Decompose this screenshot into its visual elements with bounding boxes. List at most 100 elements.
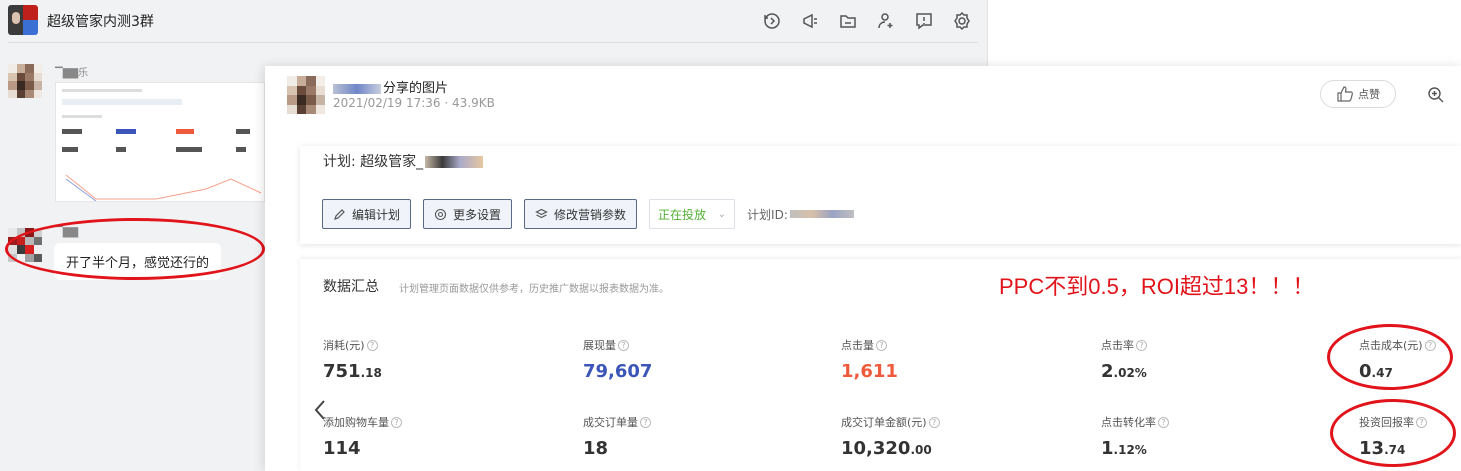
status-select[interactable]: 正在投放 ⌄	[649, 199, 736, 229]
metric-label: 点击转化率?	[1101, 414, 1301, 430]
announcement-icon[interactable]	[798, 10, 822, 32]
metric-cell: 成交订单金额(元)? 10,320.00	[841, 414, 1041, 459]
metric-cell: 消耗(元)? 751.18	[323, 337, 523, 382]
metric-label: 点击率?	[1101, 337, 1301, 353]
chevron-down-icon: ⌄	[717, 208, 727, 220]
metric-value-int: 79,607	[583, 361, 653, 382]
metric-label-text: 点击转化率	[1101, 416, 1156, 429]
metric-cell: 点击量? 1,611	[841, 337, 1041, 382]
metric-cell: 展现量? 79,607	[583, 337, 783, 382]
metric-label: 成交订单量?	[583, 414, 783, 430]
viewer-title-suffix: 分享的图片	[383, 81, 449, 96]
avatar[interactable]	[8, 64, 42, 98]
history-icon[interactable]	[760, 10, 784, 32]
shared-image-thumbnail[interactable]	[55, 82, 265, 202]
sender-name: ▔▇▇乐	[55, 68, 89, 79]
help-icon[interactable]: ?	[366, 339, 378, 351]
metric-value: 114	[323, 438, 523, 459]
metric-cell: 点击转化率? 1.12%	[1101, 414, 1301, 459]
highlight-ellipse	[1327, 324, 1453, 390]
like-label: 点赞	[1358, 88, 1380, 101]
metric-label-text: 点击量	[841, 339, 874, 352]
metric-label: 消耗(元)?	[323, 337, 523, 353]
image-viewer: 分享的图片 2021/02/19 17:36 · 43.9KB 点赞 计划: 超…	[265, 66, 1461, 471]
chevron-left-icon	[314, 400, 325, 420]
metric-label: 点击量?	[841, 337, 1041, 353]
edit-plan-label: 编辑计划	[352, 207, 401, 222]
help-icon[interactable]: ?	[391, 416, 402, 428]
metric-value: 1,611	[841, 361, 1041, 382]
plan-name: 计划: 超级管家_	[323, 151, 484, 171]
previous-image-button[interactable]	[312, 398, 328, 422]
metric-cell: 点击率? 2.02%	[1101, 337, 1301, 382]
metric-value-dec: .12%	[1113, 443, 1147, 457]
chat-title: 超级管家内测3群	[47, 14, 154, 30]
metric-label-text: 成交订单金额(元)	[841, 416, 927, 429]
metric-value-dec: .02%	[1113, 366, 1147, 380]
help-icon[interactable]: ?	[1158, 416, 1169, 428]
thumbs-up-icon	[1337, 86, 1353, 102]
summary-note: 计划管理页面数据仅供参考，历史推广数据以报表数据为准。	[399, 284, 669, 295]
metric-value-int: 2	[1101, 361, 1114, 382]
plan-id-label: 计划ID:	[747, 207, 788, 222]
metric-cell: 添加购物车量? 114	[323, 414, 523, 459]
more-settings-label: 更多设置	[453, 207, 502, 222]
layers-icon	[535, 208, 548, 218]
data-summary: 数据汇总 计划管理页面数据仅供参考，历史推广数据以报表数据为准。 PPC不到0.…	[300, 259, 1461, 471]
status-value: 正在投放	[658, 207, 707, 222]
group-avatar[interactable]	[8, 5, 38, 35]
help-icon[interactable]: ?	[928, 416, 940, 428]
metric-label: 展现量?	[583, 337, 783, 353]
zoom-in-icon	[1428, 87, 1444, 103]
annotation-text: PPC不到0.5，ROI超过13！！！	[999, 274, 1315, 299]
metric-label-text: 点击率	[1101, 339, 1134, 352]
metric-value-int: 751	[323, 361, 361, 382]
summary-title: 数据汇总	[323, 279, 379, 295]
zoom-in-button[interactable]	[1425, 84, 1447, 106]
help-icon[interactable]: ?	[1136, 339, 1147, 351]
metric-label-text: 添加购物车量	[323, 416, 389, 429]
image-meta: 2021/02/19 17:36 · 43.9KB	[333, 96, 495, 110]
highlight-ellipse	[1330, 399, 1456, 467]
edit-plan-button[interactable]: 编辑计划	[322, 199, 412, 229]
plan-id: 计划ID:	[747, 206, 854, 223]
viewer-title: 分享的图片	[333, 77, 448, 96]
chat-header: 超级管家内测3群	[0, 0, 988, 42]
edit-marketing-params-label: 修改营销参数	[554, 207, 627, 222]
plan-actions: 编辑计划 更多设置 修改营销参数 正在投放 ⌄ 计划ID:	[322, 199, 854, 229]
like-button[interactable]: 点赞	[1320, 80, 1396, 108]
metric-value-int: 18	[583, 438, 609, 459]
metric-value-int: 10,320	[841, 438, 911, 459]
help-icon[interactable]: ?	[618, 339, 629, 351]
metric-value: 2.02%	[1101, 361, 1301, 382]
more-settings-button[interactable]: 更多设置	[423, 199, 513, 229]
pencil-icon	[334, 208, 345, 220]
metric-value: 751.18	[323, 361, 523, 382]
help-icon[interactable]: ?	[876, 339, 887, 351]
add-member-icon[interactable]	[874, 10, 898, 32]
metric-value-dec: .00	[910, 443, 932, 457]
metric-label-text: 成交订单量	[583, 416, 638, 429]
report-icon[interactable]	[912, 10, 936, 32]
metric-label-text: 消耗(元)	[323, 339, 365, 352]
folder-icon[interactable]	[836, 10, 860, 32]
edit-marketing-params-button[interactable]: 修改营销参数	[524, 199, 638, 229]
header-toolbar	[760, 10, 974, 32]
header-divider	[8, 42, 978, 43]
highlight-ellipse	[5, 218, 265, 280]
metric-label-text: 展现量	[583, 339, 616, 352]
metric-label: 成交订单金额(元)?	[841, 414, 1041, 430]
avatar[interactable]	[287, 76, 325, 114]
settings-icon	[434, 208, 447, 220]
metric-cell: 成交订单量? 18	[583, 414, 783, 459]
help-icon[interactable]: ?	[640, 416, 651, 428]
gear-icon[interactable]	[950, 10, 974, 32]
metric-value-int: 1	[1101, 438, 1114, 459]
metric-value-int: 114	[323, 438, 361, 459]
metric-value: 1.12%	[1101, 438, 1301, 459]
metric-value-int: 1,611	[841, 361, 898, 382]
metric-value: 10,320.00	[841, 438, 1041, 459]
metric-value: 79,607	[583, 361, 783, 382]
plan-panel: 计划: 超级管家_ 编辑计划 更多设置 修改营销参数 正在投放 ⌄ 计划ID:	[300, 146, 1461, 244]
metric-value: 18	[583, 438, 783, 459]
